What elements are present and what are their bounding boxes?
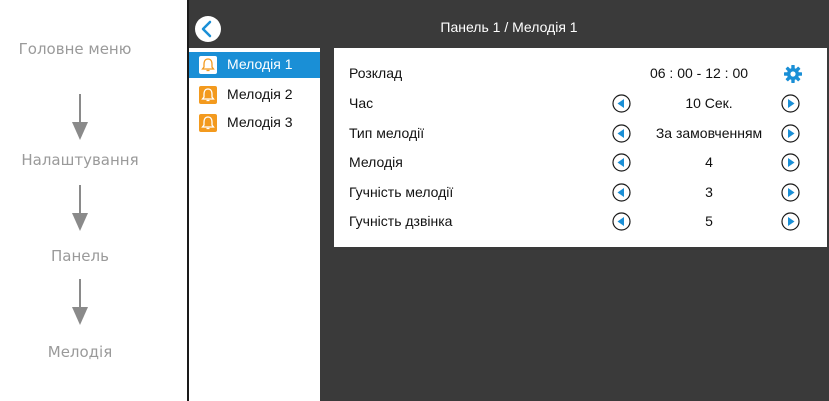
settings-row: Гучність дзвінка 5 (334, 208, 827, 236)
list-item-melody-3[interactable]: Мелодія 3 (189, 110, 320, 136)
settings-row: Тип мелодії За замовченням (334, 120, 827, 148)
device-screen: Панель 1 / Мелодія 1 Мелодія 1 Мелодія 2 (187, 0, 829, 401)
list-item-melody-1[interactable]: Мелодія 1 (189, 52, 320, 78)
flow-step-main-menu: Головне меню (0, 38, 150, 60)
list-item-label: Мелодія 3 (227, 114, 293, 130)
arrow-left-icon[interactable] (612, 212, 631, 231)
flow-step-panel: Панель (0, 245, 160, 267)
schedule-label: Розклад (349, 65, 403, 81)
row-label: Гучність мелодії (349, 184, 454, 200)
arrow-down-icon (72, 185, 88, 231)
row-label: Гучність дзвінка (349, 213, 453, 229)
bell-icon (199, 86, 217, 104)
flow-step-label: Мелодія (47, 343, 113, 361)
row-value: За замовченням (655, 125, 763, 141)
flow-step-label: Головне меню (18, 40, 132, 58)
settings-row: Мелодія 4 (334, 149, 827, 177)
schedule-value: 06 : 00 - 12 : 00 (649, 65, 749, 81)
flow-step-settings: Налаштування (0, 149, 160, 171)
flow-step-label: Налаштування (21, 151, 139, 169)
arrow-right-icon[interactable] (781, 212, 800, 231)
arrow-left-icon[interactable] (612, 94, 631, 113)
list-item-label: Мелодія 1 (227, 56, 293, 72)
arrow-left-icon[interactable] (612, 153, 631, 172)
list-item-melody-2[interactable]: Мелодія 2 (189, 82, 320, 108)
gear-icon[interactable] (783, 64, 803, 84)
arrow-down-icon (72, 94, 88, 140)
bell-icon (199, 56, 217, 74)
row-label: Мелодія (349, 154, 403, 170)
arrow-right-icon[interactable] (781, 183, 800, 202)
top-bar: Панель 1 / Мелодія 1 (189, 0, 829, 44)
settings-row: Час 10 Сек. (334, 90, 827, 118)
arrow-right-icon[interactable] (781, 124, 800, 143)
arrow-left-icon[interactable] (612, 183, 631, 202)
list-item-label: Мелодія 2 (227, 86, 293, 102)
schedule-row: Розклад 06 : 00 - 12 : 00 (334, 60, 827, 88)
row-label: Час (349, 95, 374, 111)
row-value: 5 (705, 213, 713, 229)
arrow-right-icon[interactable] (781, 153, 800, 172)
row-label: Тип мелодії (349, 125, 425, 141)
page-title: Панель 1 / Мелодія 1 (440, 19, 578, 35)
arrow-left-icon[interactable] (612, 124, 631, 143)
flow-step-label: Панель (51, 247, 109, 265)
row-value: 4 (705, 154, 713, 170)
melody-list: Мелодія 1 Мелодія 2 Мелодія 3 (189, 48, 320, 401)
bell-icon (199, 114, 217, 132)
arrow-right-icon[interactable] (781, 94, 800, 113)
navigation-flow: Головне меню Налаштування Панель Мелодія (0, 0, 188, 401)
settings-panel: Розклад 06 : 00 - 12 : 00 Час 10 Сек. Ти… (334, 48, 827, 247)
flow-step-melody: Мелодія (0, 341, 160, 363)
settings-row: Гучність мелодії 3 (334, 179, 827, 207)
arrow-down-icon (72, 279, 88, 325)
row-value: 10 Сек. (685, 95, 733, 111)
row-value: 3 (705, 184, 713, 200)
